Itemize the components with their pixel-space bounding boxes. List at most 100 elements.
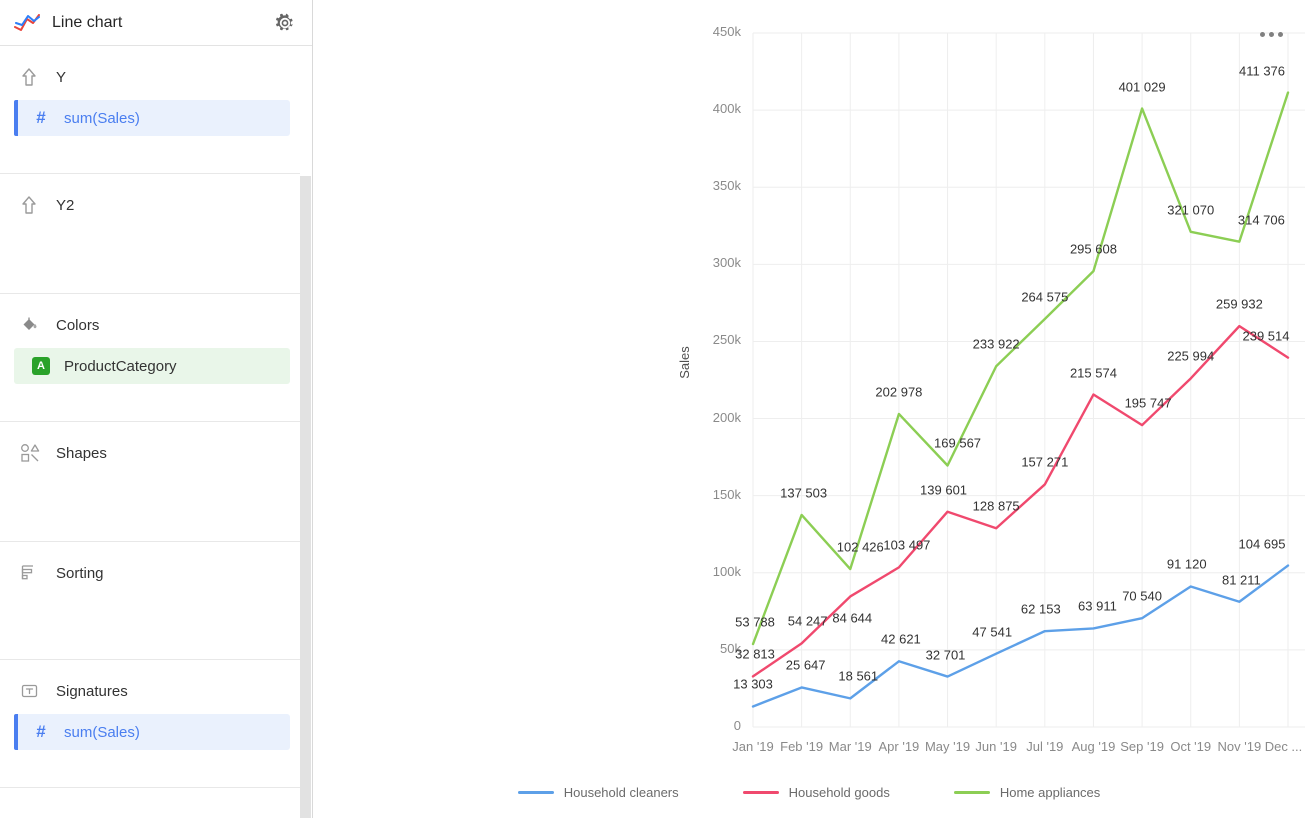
y-axis-tick-label: 0: [681, 718, 741, 733]
data-point-label: 139 601: [920, 482, 967, 497]
data-point-label: 13 303: [733, 677, 773, 692]
section-header-signatures: Signatures: [0, 674, 312, 708]
data-point-label: 321 070: [1167, 202, 1214, 217]
x-axis-tick-label: Mar '19: [829, 739, 872, 754]
legend-color-swatch: [743, 791, 779, 794]
data-point-label: 225 994: [1167, 349, 1214, 364]
data-point-label: 53 788: [735, 615, 775, 630]
data-point-label: 47 541: [972, 624, 1012, 639]
sidebar-section-signatures: Signatures # sum(Sales): [0, 660, 312, 788]
legend-label: Home appliances: [1000, 785, 1100, 800]
chart-legend: Household cleaners Household goods Home ap…: [313, 785, 1305, 800]
legend-color-swatch: [954, 791, 990, 794]
y-axis-tick-label: 250k: [681, 332, 741, 347]
x-axis-tick-label: Nov '19: [1218, 739, 1262, 754]
data-point-label: 195 747: [1125, 396, 1172, 411]
field-chip-sum-sales-signatures[interactable]: # sum(Sales): [14, 714, 290, 750]
sorting-icon: [20, 562, 46, 584]
app-root: Line chart Y # sum(Sales): [0, 0, 1305, 818]
x-axis-tick-label: Apr '19: [879, 739, 920, 754]
y-axis-tick-label: 100k: [681, 564, 741, 579]
data-point-label: 54 247: [788, 614, 828, 629]
y-axis-tick-label: 50k: [681, 641, 741, 656]
legend-color-swatch: [518, 791, 554, 794]
sidebar-section-colors: Colors A ProductCategory: [0, 294, 312, 422]
data-point-label: 84 644: [832, 611, 872, 626]
sidebar-section-y: Y # sum(Sales): [0, 46, 312, 174]
sidebar-section-y2: Y2: [0, 174, 312, 294]
data-point-label: 32 701: [926, 647, 966, 662]
legend-item[interactable]: Household cleaners: [518, 785, 679, 800]
data-point-label: 25 647: [786, 658, 826, 673]
data-point-label: 104 695: [1239, 536, 1286, 551]
paint-bucket-icon: [20, 314, 46, 336]
panel-header: Line chart: [0, 0, 312, 46]
data-point-label: 215 574: [1070, 365, 1117, 380]
data-point-label: 202 978: [875, 384, 922, 399]
section-header-y2: Y2: [0, 188, 312, 222]
section-header-sorting: Sorting: [0, 556, 312, 590]
x-axis-tick-label: Sep '19: [1120, 739, 1164, 754]
section-label-sorting: Sorting: [56, 565, 104, 582]
sidebar-scrollbar-track[interactable]: [300, 46, 312, 818]
text-box-icon: [20, 680, 46, 702]
legend-label: Household goods: [789, 785, 890, 800]
section-header-y: Y: [0, 60, 312, 94]
x-axis-tick-label: Feb '19: [780, 739, 823, 754]
field-chip-label: sum(Sales): [64, 110, 140, 127]
data-point-label: 128 875: [973, 499, 1020, 514]
data-point-label: 103 497: [883, 538, 930, 553]
y-axis-title: Sales: [677, 346, 692, 379]
gear-icon[interactable]: [272, 10, 298, 36]
sidebar-section-shapes: Shapes: [0, 422, 312, 542]
line-chart-plot: Sales 050k100k150k200k250k300k350k400k45…: [313, 0, 1305, 818]
data-point-label: 42 621: [881, 632, 921, 647]
data-point-label: 70 540: [1122, 589, 1162, 604]
data-point-label: 295 608: [1070, 242, 1117, 257]
y-axis-tick-label: 450k: [681, 24, 741, 39]
y-axis-tick-label: 150k: [681, 487, 741, 502]
field-chip-productcategory[interactable]: A ProductCategory: [14, 348, 290, 384]
data-point-label: 81 211: [1222, 572, 1261, 587]
x-axis-tick-label: Jan '19: [732, 739, 774, 754]
sidebar-scrollbar-thumb[interactable]: [300, 176, 311, 818]
section-header-shapes: Shapes: [0, 436, 312, 470]
legend-item[interactable]: Home appliances: [954, 785, 1100, 800]
y-axis-tick-label: 350k: [681, 178, 741, 193]
data-point-label: 137 503: [780, 485, 827, 500]
chart-pane: Sales 050k100k150k200k250k300k350k400k45…: [313, 0, 1305, 818]
data-point-label: 63 911: [1078, 599, 1117, 614]
section-label-colors: Colors: [56, 317, 99, 334]
sidebar-section-sorting: Sorting: [0, 542, 312, 660]
legend-item[interactable]: Household goods: [743, 785, 890, 800]
up-arrow-icon: [20, 194, 46, 216]
field-chip-label: sum(Sales): [64, 724, 140, 741]
y-axis-tick-label: 300k: [681, 255, 741, 270]
section-header-colors: Colors: [0, 308, 312, 342]
section-label-shapes: Shapes: [56, 445, 107, 462]
section-label-y2: Y2: [56, 197, 74, 214]
shapes-icon: [20, 442, 46, 464]
section-label-signatures: Signatures: [56, 683, 128, 700]
data-point-label: 18 561: [838, 669, 878, 684]
x-axis-tick-label: Jun '19: [975, 739, 1017, 754]
data-point-label: 259 932: [1216, 297, 1263, 312]
panel-title: Line chart: [52, 14, 272, 32]
line-chart-icon: [14, 11, 42, 35]
x-axis-tick-label: May '19: [925, 739, 970, 754]
attribute-badge-icon: A: [28, 357, 54, 375]
hash-icon: #: [28, 722, 54, 742]
field-chip-sum-sales-y[interactable]: # sum(Sales): [14, 100, 290, 136]
x-axis-tick-label: Jul '19: [1026, 739, 1063, 754]
data-point-label: 169 567: [934, 436, 981, 451]
more-options-icon[interactable]: [1260, 32, 1283, 37]
section-label-y: Y: [56, 69, 66, 86]
y-axis-tick-label: 200k: [681, 410, 741, 425]
data-point-label: 157 271: [1021, 455, 1068, 470]
x-axis-tick-label: Oct '19: [1170, 739, 1211, 754]
data-point-label: 264 575: [1021, 289, 1068, 304]
data-point-label: 411 376: [1239, 63, 1285, 78]
x-axis-tick-label: Dec ...: [1265, 739, 1303, 754]
data-point-label: 233 922: [973, 337, 1020, 352]
data-point-label: 314 706: [1238, 212, 1285, 227]
